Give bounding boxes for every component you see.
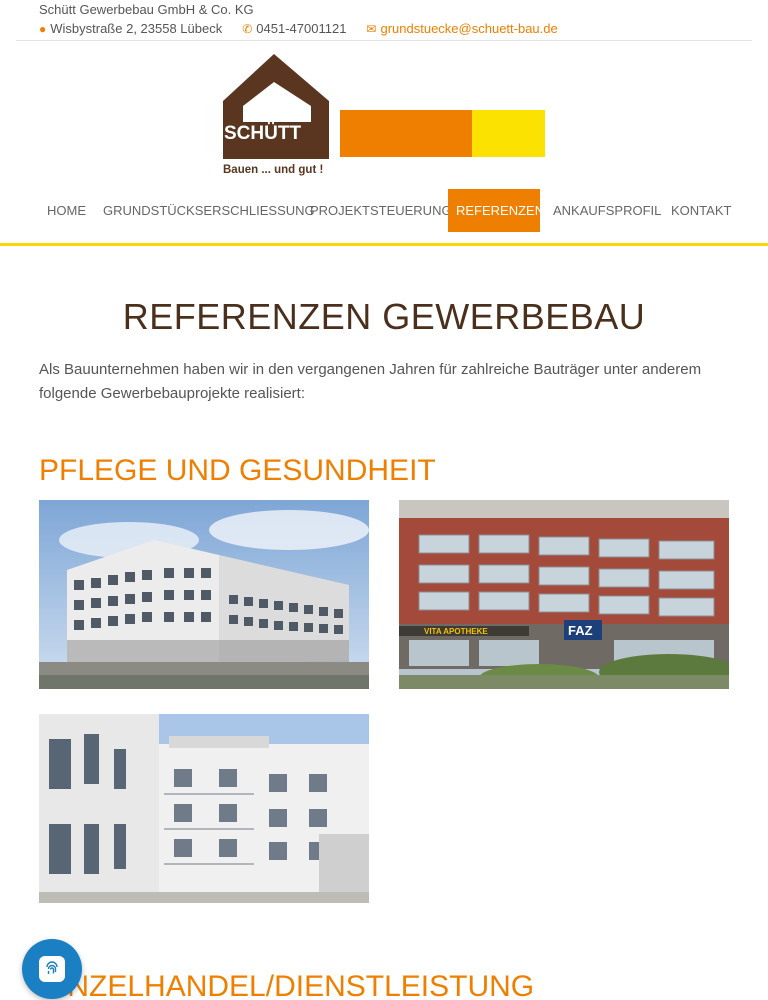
- contact-row: ● Wisbystraße 2, 23558 Lübeck ✆ 0451-470…: [39, 21, 578, 36]
- nav-item-projektsteuerung[interactable]: PROJEKTSTEUERUNG: [302, 189, 460, 232]
- topbar-divider: [16, 40, 752, 41]
- phone-text[interactable]: 0451-47001121: [256, 21, 346, 36]
- phone-item[interactable]: ✆ 0451-47001121: [242, 21, 346, 36]
- company-logo[interactable]: SCHÜTT Bauen ... und gut !: [221, 54, 551, 179]
- fingerprint-icon: [39, 956, 65, 982]
- nav-item-grundstueckserschliessung[interactable]: GRUNDSTÜCKSERSCHLIESSUNG: [95, 189, 323, 232]
- reference-photo-1[interactable]: [39, 500, 369, 689]
- email-item[interactable]: ✉ grundstuecke@schuett-bau.de: [366, 21, 557, 36]
- nav-item-ankaufsprofil[interactable]: ANKAUFSPROFIL: [545, 189, 669, 232]
- nav-item-referenzen[interactable]: REFERENZEN: [448, 189, 544, 232]
- privacy-chat-button[interactable]: [22, 939, 82, 999]
- top-bar: Schütt Gewerbebau GmbH & Co. KG ● Wisbys…: [0, 0, 768, 42]
- address-text: Wisbystraße 2, 23558 Lübeck: [50, 21, 223, 36]
- nav-item-kontakt[interactable]: KONTAKT: [663, 189, 739, 232]
- reference-photo-3[interactable]: [39, 714, 369, 903]
- section-title-einzelhandel: EINZELHANDEL/DIENSTLEISTUNG: [39, 970, 535, 1000]
- reference-photo-2[interactable]: VITA APOTHEKE FAZ: [399, 500, 729, 689]
- faz-sign: FAZ: [568, 623, 593, 638]
- intro-text: Als Bauunternehmen haben wir in den verg…: [39, 361, 702, 402]
- phone-icon: ✆: [242, 21, 253, 36]
- page-title: REFERENZEN GEWERBEBAU: [122, 296, 646, 337]
- address-item: ● Wisbystraße 2, 23558 Lübeck: [39, 21, 222, 36]
- nav-underline: [0, 243, 768, 246]
- logo-slogan: Bauen ... und gut !: [223, 164, 323, 176]
- nav-item-home[interactable]: HOME: [39, 189, 94, 232]
- logo-wordmark: SCHÜTT: [224, 123, 301, 144]
- email-link[interactable]: grundstuecke@schuett-bau.de: [380, 21, 557, 36]
- section-title-pflege: PFLEGE UND GESUNDHEIT: [39, 454, 436, 487]
- pharmacy-sign: VITA APOTHEKE: [424, 627, 488, 636]
- envelope-icon: ✉: [366, 21, 377, 36]
- company-name: Schütt Gewerbebau GmbH & Co. KG: [39, 2, 254, 17]
- map-marker-icon: ●: [39, 21, 47, 36]
- main-nav: HOME GRUNDSTÜCKSERSCHLIESSUNG PROJEKTSTE…: [0, 189, 768, 232]
